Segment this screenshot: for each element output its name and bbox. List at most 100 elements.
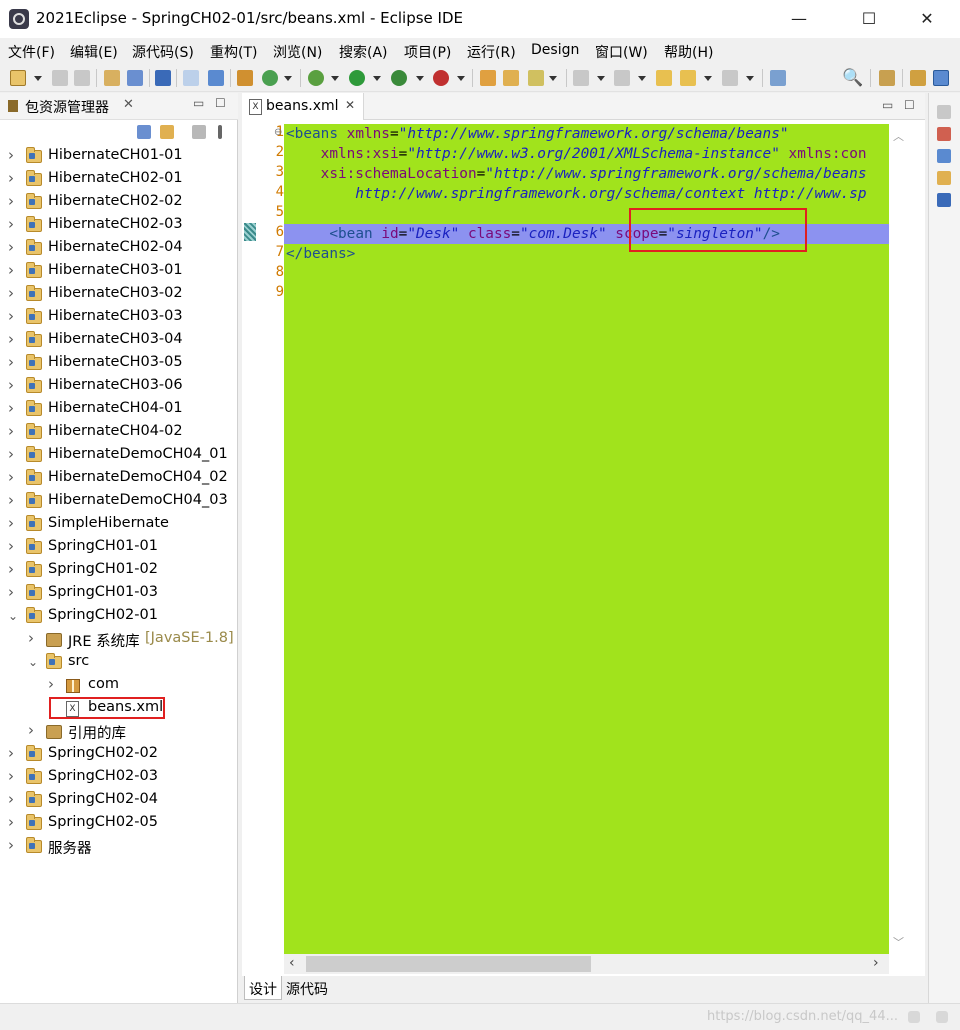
- tree-item[interactable]: › SpringCH02-02: [0, 744, 238, 767]
- horizontal-scroll-thumb[interactable]: [306, 956, 591, 972]
- minimize-button[interactable]: —: [776, 0, 822, 38]
- expand-arrow-icon[interactable]: ›: [8, 353, 14, 371]
- restore-icon[interactable]: [937, 105, 951, 119]
- expand-arrow-icon[interactable]: ›: [28, 721, 34, 739]
- tree-item[interactable]: › SpringCH01-03: [0, 583, 238, 606]
- tree-item[interactable]: › HibernateCH03-02: [0, 284, 238, 307]
- open-type-icon[interactable]: [528, 70, 544, 86]
- expand-arrow-icon[interactable]: ›: [8, 261, 14, 279]
- prev-annotation-icon[interactable]: [614, 70, 630, 86]
- build-icon[interactable]: [208, 70, 224, 86]
- tab-close-icon[interactable]: ✕: [345, 98, 355, 112]
- view-menu-icon[interactable]: [218, 125, 222, 139]
- next-annotation-icon[interactable]: [573, 70, 589, 86]
- horizontal-scrollbar[interactable]: ‹ ›: [284, 954, 889, 974]
- expand-arrow-icon[interactable]: ›: [8, 215, 14, 233]
- tree-item[interactable]: › HibernateCH02-01: [0, 169, 238, 192]
- expand-arrow-icon[interactable]: ›: [8, 399, 14, 417]
- console-view-icon[interactable]: [937, 193, 951, 207]
- menu-project[interactable]: 项目(P): [404, 42, 451, 62]
- tree-item[interactable]: › 引用的库: [0, 721, 238, 744]
- expand-arrow-icon[interactable]: ›: [8, 813, 14, 831]
- collapse-arrow-icon[interactable]: ⌄: [28, 655, 38, 669]
- menu-file[interactable]: 文件(F): [8, 42, 55, 62]
- close-button[interactable]: ✕: [904, 0, 950, 38]
- expand-arrow-icon[interactable]: ›: [8, 790, 14, 808]
- explorer-maximize-icon[interactable]: ☐: [215, 96, 226, 110]
- menu-source[interactable]: 源代码(S): [132, 42, 194, 62]
- expand-arrow-icon[interactable]: ›: [8, 238, 14, 256]
- expand-arrow-icon[interactable]: ›: [8, 744, 14, 762]
- java-perspective-icon[interactable]: [933, 70, 949, 86]
- pin-icon[interactable]: [770, 70, 786, 86]
- expand-arrow-icon[interactable]: ›: [8, 583, 14, 601]
- forward-icon[interactable]: [722, 70, 738, 86]
- expand-arrow-icon[interactable]: ›: [8, 468, 14, 486]
- tree-item[interactable]: ⌄ SpringCH02-01: [0, 606, 238, 629]
- expand-arrow-icon[interactable]: ›: [8, 836, 14, 854]
- vertical-scrollbar[interactable]: ︿ ﹀: [889, 124, 909, 954]
- save-icon[interactable]: [52, 70, 68, 86]
- expand-arrow-icon[interactable]: ›: [8, 192, 14, 210]
- tree-item[interactable]: › HibernateDemoCH04_01: [0, 445, 238, 468]
- back-icon[interactable]: [680, 70, 696, 86]
- scroll-left-icon[interactable]: ‹: [289, 955, 295, 971]
- skip-breakpoints-icon[interactable]: [183, 70, 199, 86]
- coverage-icon[interactable]: [391, 70, 407, 86]
- explorer-minimize-icon[interactable]: ▭: [193, 96, 204, 110]
- tab-source[interactable]: 源代码: [282, 976, 332, 1000]
- external-tools-icon[interactable]: [433, 70, 449, 86]
- expand-arrow-icon[interactable]: ›: [8, 146, 14, 164]
- run-icon[interactable]: [349, 70, 365, 86]
- tree-item[interactable]: › SpringCH02-04: [0, 790, 238, 813]
- menu-navigate[interactable]: 浏览(N): [273, 42, 322, 62]
- tree-item[interactable]: › SpringCH01-01: [0, 537, 238, 560]
- package-icon[interactable]: [237, 70, 253, 86]
- expand-arrow-icon[interactable]: ›: [8, 422, 14, 440]
- fold-collapse-icon[interactable]: ⊖: [274, 127, 282, 138]
- tree-item[interactable]: › HibernateCH03-03: [0, 307, 238, 330]
- tree-item[interactable]: › HibernateCH03-05: [0, 353, 238, 376]
- explorer-close-icon[interactable]: ✕: [123, 97, 134, 112]
- expand-arrow-icon[interactable]: ›: [8, 284, 14, 302]
- menu-refactor[interactable]: 重构(T): [210, 42, 257, 62]
- collapse-arrow-icon[interactable]: ⌄: [8, 609, 18, 623]
- tree-item[interactable]: › HibernateCH02-02: [0, 192, 238, 215]
- javadoc-icon[interactable]: [937, 149, 951, 163]
- collapse-all-icon[interactable]: [137, 125, 151, 139]
- expand-arrow-icon[interactable]: ›: [8, 330, 14, 348]
- expand-arrow-icon[interactable]: ›: [28, 629, 34, 647]
- tree-item[interactable]: › SpringCH01-02: [0, 560, 238, 583]
- open-task-icon[interactable]: [155, 70, 171, 86]
- explorer-title[interactable]: 包资源管理器: [25, 97, 109, 117]
- menu-search[interactable]: 搜索(A): [339, 42, 388, 62]
- java-ee-perspective-icon[interactable]: [910, 70, 926, 86]
- console-icon[interactable]: [127, 70, 143, 86]
- expand-arrow-icon[interactable]: ›: [48, 675, 54, 693]
- tree-item[interactable]: › HibernateCH04-01: [0, 399, 238, 422]
- tree-item[interactable]: › HibernateCH02-04: [0, 238, 238, 261]
- tree-item[interactable]: › HibernateCH04-02: [0, 422, 238, 445]
- expand-arrow-icon[interactable]: ›: [8, 514, 14, 532]
- menu-window[interactable]: 窗口(W): [595, 42, 648, 62]
- last-edit-icon[interactable]: [656, 70, 672, 86]
- menu-help[interactable]: 帮助(H): [664, 42, 713, 62]
- tree-item[interactable]: › com: [0, 675, 238, 698]
- scroll-right-icon[interactable]: ›: [873, 955, 879, 971]
- refresh-icon[interactable]: [262, 70, 278, 86]
- debug-icon[interactable]: [308, 70, 324, 86]
- problems-icon[interactable]: [937, 127, 951, 141]
- open-perspective-icon[interactable]: [879, 70, 895, 86]
- tree-item[interactable]: › SpringCH02-05: [0, 813, 238, 836]
- tree-item[interactable]: ⌄ src: [0, 652, 238, 675]
- link-with-editor-icon[interactable]: [160, 125, 174, 139]
- expand-arrow-icon[interactable]: ›: [8, 169, 14, 187]
- scroll-up-icon[interactable]: ︿: [893, 128, 904, 144]
- tree-item[interactable]: › HibernateDemoCH04_02: [0, 468, 238, 491]
- tree-item[interactable]: › 服务器: [0, 836, 238, 859]
- editor-minimize-icon[interactable]: ▭: [882, 98, 893, 112]
- tree-item[interactable]: › HibernateCH01-01: [0, 146, 238, 169]
- declaration-icon[interactable]: [937, 171, 951, 185]
- tree-item[interactable]: › HibernateCH02-03: [0, 215, 238, 238]
- maximize-button[interactable]: ☐: [846, 0, 892, 38]
